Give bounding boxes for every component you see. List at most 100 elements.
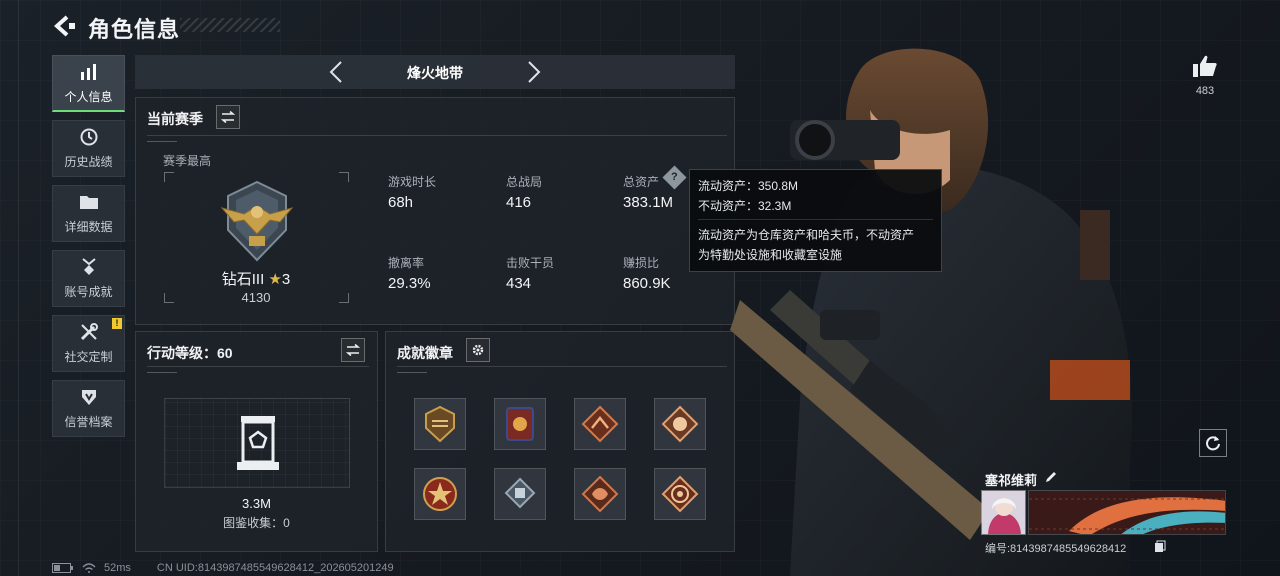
- nav-label: 详细数据: [64, 220, 113, 234]
- stat-label: 总战局: [506, 175, 543, 189]
- season-panel: 当前赛季 赛季最高 钻石III ★3 4130 游戏时长 68h 总战局 416…: [135, 97, 735, 325]
- rank-emblem-icon: [220, 180, 294, 262]
- season-best-label: 赛季最高: [163, 154, 212, 168]
- back-arrow-icon: [54, 15, 75, 37]
- achievement-badge[interactable]: [654, 398, 706, 450]
- stat-value: 416: [506, 194, 532, 211]
- nav-item-reputation[interactable]: 信誉档案: [52, 380, 125, 437]
- divider-accent: [147, 372, 177, 373]
- season-switch-button[interactable]: [216, 105, 240, 129]
- tooltip-divider: [698, 219, 933, 220]
- rank-name-row: 钻石III ★3: [196, 268, 316, 289]
- help-mark: ?: [671, 170, 678, 183]
- mode-selector: 烽火地带: [135, 55, 735, 89]
- stat-label: 总资产: [623, 175, 660, 189]
- nav-item-achievements[interactable]: 账号成就: [52, 250, 125, 307]
- achievement-badge[interactable]: [494, 468, 546, 520]
- help-icon[interactable]: ?: [662, 165, 687, 190]
- collection-display[interactable]: [164, 398, 350, 488]
- edit-name-button[interactable]: [1044, 470, 1058, 484]
- refresh-button[interactable]: [1199, 429, 1227, 457]
- rank-name: 钻石III: [221, 271, 265, 288]
- tooltip-liquid: 流动资产：350.8M: [698, 179, 799, 193]
- uid-footer: CN UID:8143987485549628412_202605201249: [156, 562, 394, 574]
- achievements-settings-button[interactable]: [466, 338, 490, 362]
- collection-value: 3.3M: [242, 496, 271, 511]
- nav-label: 社交定制: [64, 350, 113, 364]
- nav-label: 账号成就: [64, 285, 113, 299]
- action-level-switch-button[interactable]: [341, 338, 365, 362]
- stat-value: 383.1M: [623, 194, 674, 211]
- stat-value: 860.9K: [623, 275, 671, 292]
- banner-image: [1029, 491, 1225, 534]
- divider: [147, 366, 369, 367]
- achievement-badge[interactable]: [414, 398, 466, 450]
- frame-corner: [339, 293, 349, 303]
- stat-label: 游戏时长: [388, 175, 437, 189]
- nav-item-history[interactable]: 历史战绩: [52, 120, 125, 177]
- nav-label: 历史战绩: [64, 155, 113, 169]
- achievements-panel: 成就徽章: [385, 331, 735, 552]
- badge-icon: [425, 405, 455, 443]
- bar-chart-icon: [79, 62, 99, 82]
- frame-line: [18, 0, 19, 576]
- gear-icon: [472, 344, 484, 356]
- stat-label: 赚损比: [623, 256, 660, 270]
- achievement-badge[interactable]: [654, 468, 706, 520]
- badge-icon: [504, 477, 536, 509]
- clock-icon: [79, 127, 99, 147]
- chevron-right-icon: [528, 61, 541, 83]
- nav-label: 个人信息: [64, 89, 113, 104]
- next-mode-button[interactable]: [521, 59, 547, 85]
- stat-label: 击败干员: [506, 256, 555, 270]
- divider-accent: [397, 372, 427, 373]
- operator-name: 塞祁维莉: [985, 473, 1038, 488]
- nav-item-personal-info[interactable]: 个人信息: [52, 55, 125, 112]
- player-banner[interactable]: [1028, 490, 1226, 535]
- wifi-icon: [82, 563, 96, 573]
- achievement-badge[interactable]: [414, 468, 466, 520]
- notification-badge: !: [112, 318, 122, 329]
- divider: [147, 135, 727, 136]
- badge-icon: [506, 407, 534, 441]
- stat-value: 434: [506, 275, 532, 292]
- star-icon: ★: [268, 271, 282, 288]
- display-case-icon: [237, 416, 279, 470]
- season-title: 当前赛季: [147, 111, 203, 127]
- copy-uid-button[interactable]: [1154, 540, 1166, 553]
- medal-icon: [79, 257, 99, 277]
- rank-points: 4130: [241, 290, 271, 305]
- side-nav: 个人信息 历史战绩 详细数据 账号成就 社交定制 ! 信誉档案: [52, 55, 125, 445]
- achievement-badge[interactable]: [494, 398, 546, 450]
- nav-label: 信誉档案: [64, 415, 113, 429]
- frame-corner: [164, 293, 174, 303]
- refresh-icon: [1206, 436, 1220, 451]
- collection-label: 图鉴收集：0: [223, 516, 290, 530]
- nav-item-social[interactable]: 社交定制 !: [52, 315, 125, 372]
- player-avatar[interactable]: [981, 490, 1026, 535]
- badge-icon: [581, 405, 619, 443]
- pencil-icon: [1046, 472, 1056, 482]
- like-button[interactable]: 483: [1188, 54, 1222, 97]
- frame-corner: [339, 172, 349, 182]
- achievement-badge[interactable]: [574, 468, 626, 520]
- back-button[interactable]: [50, 12, 80, 40]
- achievement-badge[interactable]: [574, 398, 626, 450]
- status-bar: 52ms CN UID:8143987485549628412_20260520…: [52, 562, 394, 574]
- swap-icon: [221, 111, 235, 123]
- achievements-title: 成就徽章: [397, 345, 453, 361]
- mode-title: 烽火地带: [407, 65, 463, 81]
- ping-value: 52ms: [104, 562, 131, 574]
- shield-icon: [79, 387, 99, 407]
- tooltip-desc-line1: 流动资产为仓库资产和哈夫币，不动资产: [698, 228, 915, 242]
- rank-stars: 3: [281, 271, 291, 288]
- frame-corner: [164, 172, 174, 182]
- page-title: 角色信息: [88, 17, 181, 42]
- like-count: 483: [1195, 85, 1215, 97]
- nav-item-details[interactable]: 详细数据: [52, 185, 125, 242]
- battery-icon: [52, 563, 73, 573]
- tooltip-desc-line2: 为特勤处设施和收藏室设施: [698, 248, 843, 262]
- stat-value: 68h: [388, 194, 414, 211]
- tooltip-fixed: 不动资产：32.3M: [698, 199, 792, 213]
- badge-icon: [581, 475, 619, 513]
